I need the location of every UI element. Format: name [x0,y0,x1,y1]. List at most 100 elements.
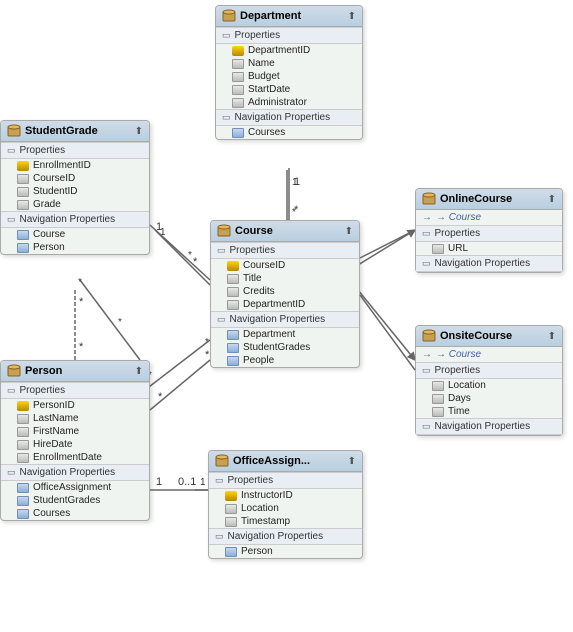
field-icon [225,504,237,514]
field-icon [227,274,239,284]
prop-title: Title [211,272,359,285]
svg-text:0..1: 0..1 [178,476,196,488]
prop-courseid: CourseID [1,172,149,185]
nav-icon [232,128,244,138]
onsitecourse-title: OnsiteCourse [440,330,512,342]
person-entity-icon [7,364,21,378]
svg-text:*: * [292,207,296,218]
field-icon [17,174,29,184]
nav-icon [17,230,29,240]
prop-enrollmentid: EnrollmentID [1,159,149,172]
entity-department: Department ⬆ ▭ Properties DepartmentID N… [215,5,363,140]
prop-instructorid: InstructorID [209,489,362,502]
studentgrade-title: StudentGrade [25,125,98,137]
onlinecourse-arrow-note: → → Course [416,210,562,225]
nav-icon [225,547,237,557]
course-nav-header: ▭ Navigation Properties [211,311,359,328]
nav-icon [227,343,239,353]
officeassignment-expand[interactable]: ⬆ [348,456,356,467]
field-icon [432,407,444,417]
svg-text:*: * [188,250,192,261]
onsitecourse-entity-icon [422,329,436,343]
svg-text:1: 1 [160,227,166,238]
entity-officeassignment: OfficeAssign... ⬆ ▭ Properties Instructo… [208,450,363,559]
field-icon [432,381,444,391]
prop-name: Name [216,57,362,70]
person-expand[interactable]: ⬆ [135,366,143,377]
onlinecourse-expand[interactable]: ⬆ [548,194,556,205]
entity-course: Course ⬆ ▭ Properties CourseID Title Cre… [210,220,360,368]
key-icon [227,261,239,271]
studentgrade-expand[interactable]: ⬆ [135,126,143,137]
key-icon [17,161,29,171]
navprop-courses: Courses [1,507,149,520]
department-expand[interactable]: ⬆ [348,11,356,22]
prop-budget: Budget [216,70,362,83]
studentgrade-entity-icon [7,124,21,138]
field-icon [17,453,29,463]
course-expand[interactable]: ⬆ [345,226,353,237]
nav-icon [17,483,29,493]
svg-text:1: 1 [200,477,206,488]
prop-departmentid: DepartmentID [216,44,362,57]
key-icon [225,491,237,501]
navprop-people: People [211,354,359,367]
prop-time: Time [416,405,562,418]
svg-text:1: 1 [156,221,162,233]
field-icon [227,300,239,310]
course-title: Course [235,225,273,237]
onsitecourse-arrow-note: → → Course [416,347,562,362]
key-icon [232,46,244,56]
field-icon [225,517,237,527]
officeassignment-nav-header: ▭ Navigation Properties [209,528,362,545]
prop-enrollmentdate: EnrollmentDate [1,451,149,464]
field-icon [232,59,244,69]
nav-icon [17,509,29,519]
svg-text:*: * [118,317,122,328]
entity-onsitecourse-header: OnsiteCourse ⬆ [416,326,562,347]
onlinecourse-nav-header: ▭ Navigation Properties [416,255,562,272]
officeassignment-entity-icon [215,454,229,468]
department-properties-header: ▭ Properties [216,27,362,44]
department-entity-icon [222,9,236,23]
navprop-person: Person [209,545,362,558]
field-icon [17,187,29,197]
navprop-studentgrades: StudentGrades [1,494,149,507]
department-nav-header: ▭ Navigation Properties [216,109,362,126]
svg-text:*: * [158,391,163,403]
key-icon [17,401,29,411]
svg-text:*: * [78,277,82,288]
prop-studentid: StudentID [1,185,149,198]
diagram-canvas: 1 * * 1 * * * * 1 0..1 [0,0,573,632]
person-title: Person [25,365,62,377]
prop-url: URL [416,242,562,255]
prop-days: Days [416,392,562,405]
svg-text:*: * [193,256,198,268]
prop-location: Location [209,502,362,515]
navprop-officeassignment: OfficeAssignment [1,481,149,494]
prop-personid: PersonID [1,399,149,412]
navprop-courses: Courses [216,126,362,139]
onlinecourse-title: OnlineCourse [440,193,512,205]
entity-course-header: Course ⬆ [211,221,359,242]
prop-courseid: CourseID [211,259,359,272]
entity-person: Person ⬆ ▭ Properties PersonID LastName … [0,360,150,521]
prop-credits: Credits [211,285,359,298]
onlinecourse-properties-header: ▭ Properties [416,225,562,242]
prop-firstname: FirstName [1,425,149,438]
studentgrade-properties-header: ▭ Properties [1,142,149,159]
entity-department-header: Department ⬆ [216,6,362,27]
onsitecourse-expand[interactable]: ⬆ [548,331,556,342]
svg-text:1: 1 [294,176,300,188]
officeassignment-properties-header: ▭ Properties [209,472,362,489]
entity-onlinecourse-header: OnlineCourse ⬆ [416,189,562,210]
svg-text:*: * [205,337,209,348]
navprop-person: Person [1,241,149,254]
field-icon [232,72,244,82]
prop-timestamp: Timestamp [209,515,362,528]
field-icon [232,98,244,108]
prop-lastname: LastName [1,412,149,425]
person-nav-header: ▭ Navigation Properties [1,464,149,481]
entity-onsitecourse: OnsiteCourse ⬆ → → Course ▭ Properties L… [415,325,563,436]
arrow-icon: → [422,212,432,223]
